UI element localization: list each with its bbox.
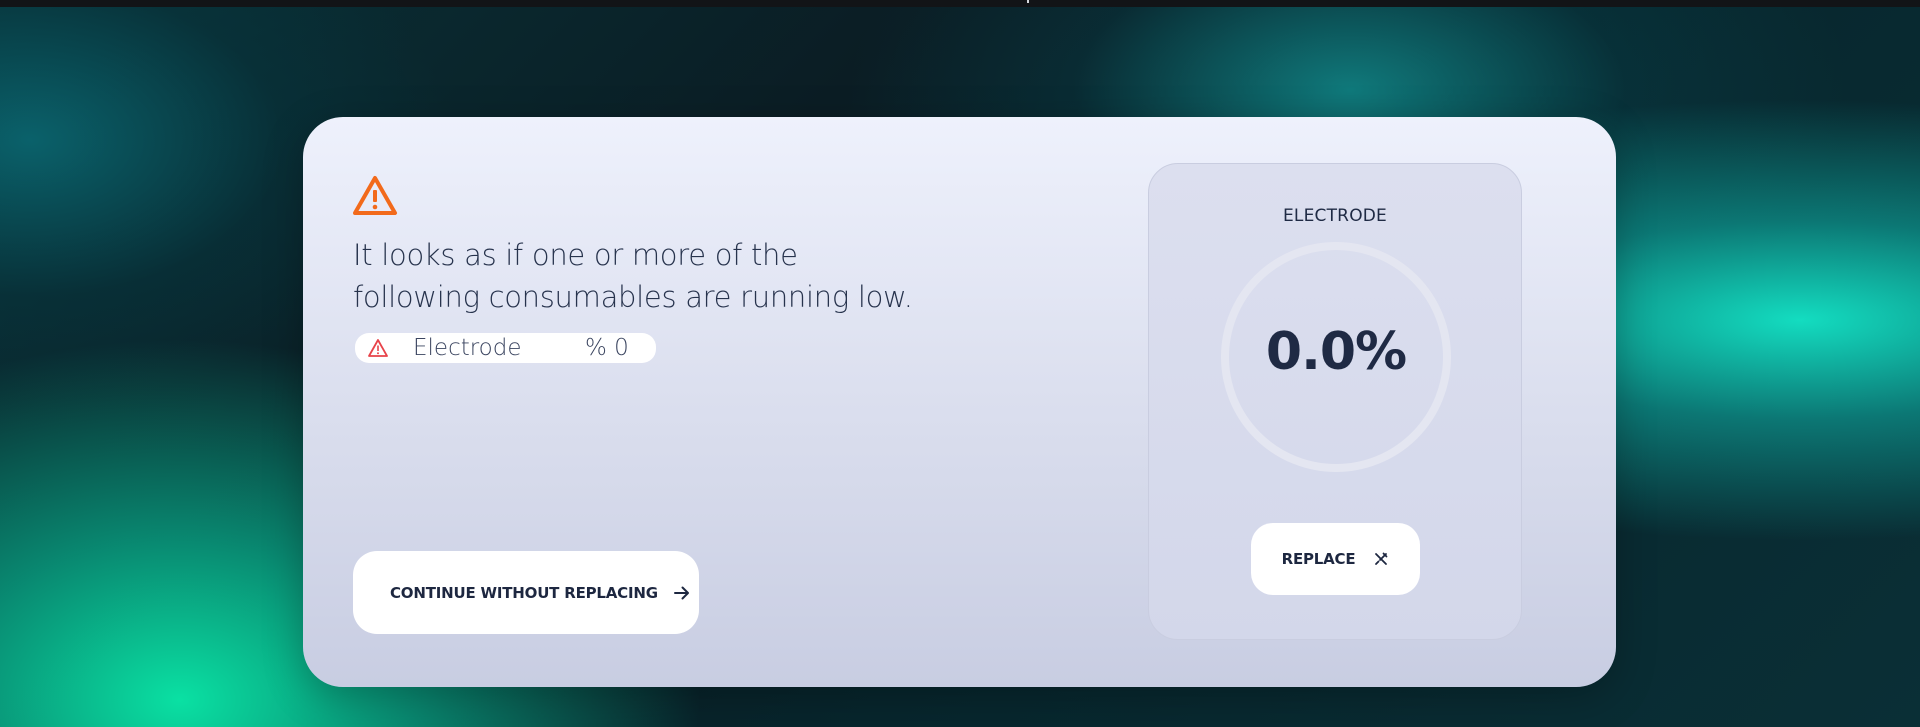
continue-button-label: CONTINUE WITHOUT REPLACING xyxy=(390,583,658,602)
top-bar xyxy=(0,0,1920,7)
electrode-panel: ELECTRODE 0.0% REPLACE xyxy=(1148,163,1522,640)
panel-title: ELECTRODE xyxy=(1282,206,1388,226)
gauge-value: 0.0% xyxy=(1265,322,1407,382)
consumable-level: % 0 xyxy=(585,335,629,361)
alert-triangle-icon xyxy=(368,339,388,357)
continue-without-replacing-button[interactable]: CONTINUE WITHOUT REPLACING xyxy=(353,551,699,634)
tools-icon xyxy=(1375,552,1388,565)
warning-triangle-icon xyxy=(353,176,397,215)
consumable-row-electrode: Electrode % 0 xyxy=(355,333,656,363)
alert-message: It looks as if one or more of the follow… xyxy=(353,238,913,314)
replace-button-label: REPLACE xyxy=(1281,550,1356,568)
arrow-right-icon xyxy=(673,586,689,599)
top-bar-indicator xyxy=(1027,0,1029,3)
consumable-name: Electrode xyxy=(413,335,522,361)
replace-button[interactable]: REPLACE xyxy=(1251,523,1420,595)
